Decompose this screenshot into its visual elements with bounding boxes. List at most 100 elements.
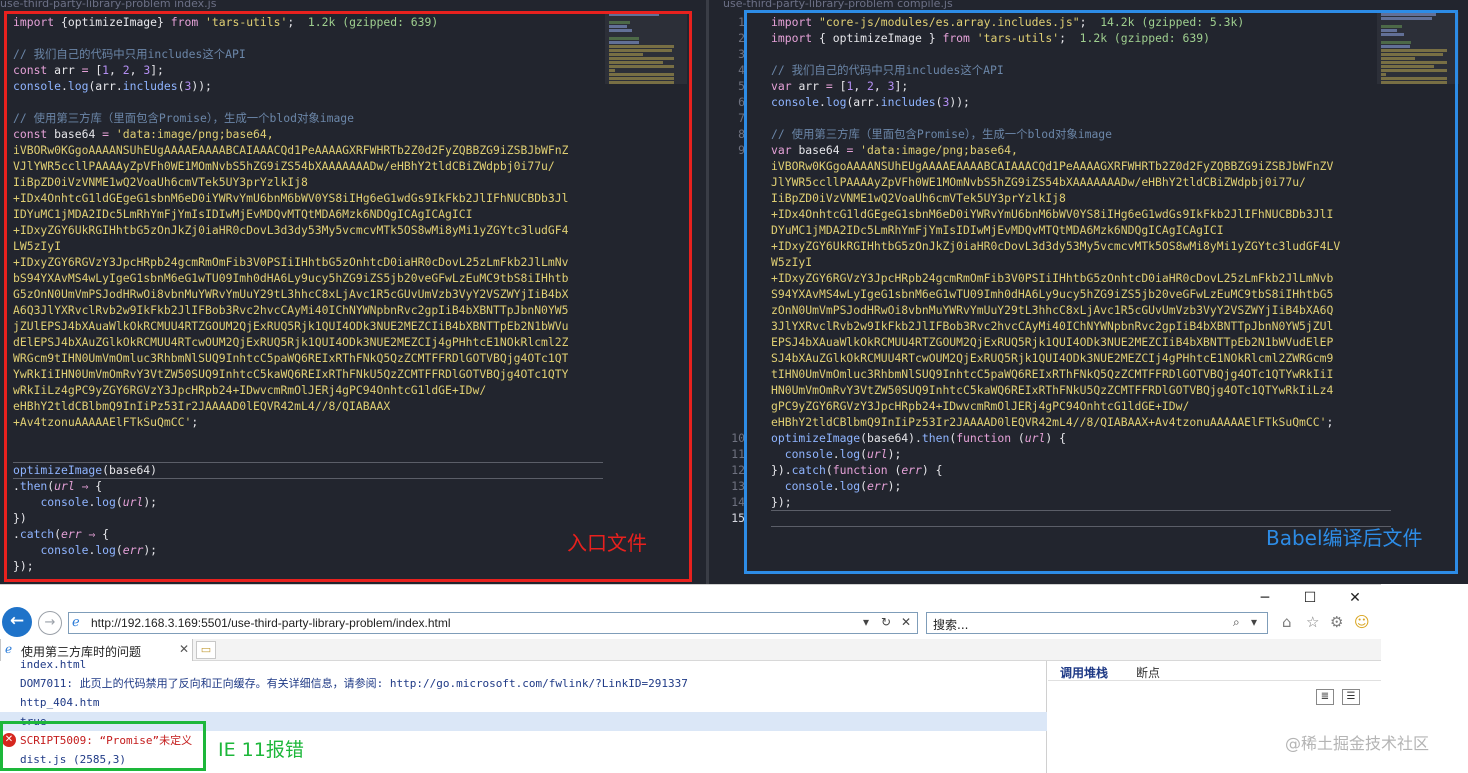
right-code-line[interactable]: JlYWR5ccllPAAAAyZpVFh0WE1MOmNvbS5hZG9iZS… (771, 174, 1340, 190)
right-tab-text[interactable]: use-third-party-library-problem compile.… (723, 0, 953, 10)
favorites-star-icon[interactable]: ☆ (1306, 613, 1319, 631)
smiley-feedback-icon[interactable]: ☺ (1354, 613, 1370, 631)
left-code-line[interactable]: dElEPSJ4bXAuZGlkOkRCMUU4RTcwOUM2QjExRUQ5… (13, 334, 568, 350)
console-row[interactable]: dist.js (2585,3) (0, 750, 1047, 769)
back-button[interactable]: ← (2, 607, 32, 637)
right-code-line[interactable]: }).catch(function (err) { (771, 462, 1340, 478)
right-code-line[interactable]: eHBhY2tldCBlbmQ9InIiPz53Ir2JAAAAD0lEQVR4… (771, 414, 1340, 430)
left-code-line[interactable]: VJlYWR5ccllPAAAAyZpVFh0WE1MOmNvbS5hZG9iZ… (13, 158, 568, 174)
right-code-line[interactable] (771, 46, 1340, 62)
right-code-line[interactable]: console.log(url); (771, 446, 1340, 462)
console-row[interactable]: DOM7011: 此页上的代码禁用了反向和正向缓存。有关详细信息，请参阅: ht… (0, 674, 1047, 693)
left-code-line[interactable]: +IDxyZGY6UkRGIHhtbG5zOnJkZj0iaHR0cDovL3d… (13, 222, 568, 238)
left-minimap[interactable] (605, 12, 687, 84)
address-dropdown-icon[interactable]: ▾ (863, 615, 869, 629)
right-code-line[interactable]: EPSJ4bXAuaWlkOkRCMUU4RTZGOUM2QjExRUQ5Rjk… (771, 334, 1340, 350)
tab-close-icon[interactable]: ✕ (179, 642, 189, 656)
console-error-row[interactable]: ✕ SCRIPT5009: “Promise”未定义 (0, 731, 1047, 750)
right-code-line[interactable]: console.log(arr.includes(3)); (771, 94, 1340, 110)
right-code-line[interactable]: +IDx4OnhtcG1ldGEgeG1sbnM6eD0iYWRvYmU6bnM… (771, 206, 1340, 222)
right-code-line[interactable]: import { optimizeImage } from 'tars-util… (771, 30, 1340, 46)
console-row[interactable]: index.html (0, 655, 1047, 674)
left-code-block[interactable]: import {optimizeImage} from 'tars-utils'… (13, 14, 568, 574)
right-code-line[interactable]: SJ4bXAuZGlkOkRCMUU4RTcwOUM2QjExRUQ5Rjk1Q… (771, 350, 1340, 366)
left-code-line[interactable]: jZUlEPSJ4bXAuaWlkOkRCMUU4RTZGOUM2QjExRUQ… (13, 318, 568, 334)
search-dropdown-icon[interactable]: ▾ (1251, 615, 1257, 629)
left-tab-text[interactable]: use-third-party-library-problem index.js (0, 0, 216, 10)
stop-icon[interactable]: ✕ (901, 615, 911, 629)
right-code-line[interactable]: HN0UmVmOmRvY3VtZW50SUQ9InhtcC5kaWQ6REIxR… (771, 382, 1340, 398)
right-code-block[interactable]: import "core-js/modules/es.array.include… (771, 14, 1340, 526)
left-code-line[interactable]: console.log(arr.includes(3)); (13, 78, 568, 94)
left-code-line[interactable] (13, 30, 568, 46)
right-code-line[interactable]: }); (771, 494, 1340, 510)
left-code-line[interactable]: eHBhY2tldCBlbmQ9InIiPz53Ir2JAAAAD0lEQVR4… (13, 398, 568, 414)
right-code-line[interactable]: iVBORw0KGgoAAAANSUhEUgAAAAEAAAABCAIAAACQ… (771, 158, 1340, 174)
left-code-line[interactable]: }) (13, 510, 568, 526)
left-code-line[interactable]: .then(url ⇒ { (13, 478, 568, 494)
right-code-line[interactable]: var arr = [1, 2, 3]; (771, 78, 1340, 94)
left-code-line[interactable]: LW5zIyI (13, 238, 568, 254)
right-code-line[interactable]: zOnN0UmVmPSJodHRwOi8vbnMuYWRvYmUuY29tL3h… (771, 302, 1340, 318)
minimize-button[interactable]: ─ (1250, 589, 1280, 607)
maximize-button[interactable]: ☐ (1295, 589, 1325, 607)
address-bar[interactable]: ℯ http://192.168.3.169:5501/use-third-pa… (68, 612, 918, 634)
left-code-line[interactable]: +IDxyZGY6RGVzY3JpcHRpb24gcmRmOmFib3V0PSI… (13, 254, 568, 270)
right-code-line[interactable]: var base64 = 'data:image/png;base64, (771, 142, 1340, 158)
search-icon[interactable]: ⌕ (1233, 615, 1240, 630)
devtools-console[interactable]: index.html DOM7011: 此页上的代码禁用了反向和正向缓存。有关详细… (0, 658, 1047, 773)
left-code-line[interactable]: // 我们自己的代码中只用includes这个API (13, 46, 568, 62)
left-code-line[interactable]: import {optimizeImage} from 'tars-utils'… (13, 14, 568, 30)
console-row[interactable]: true (0, 712, 1047, 731)
stack-view-icon[interactable]: ≣ (1316, 689, 1334, 705)
right-code-line[interactable]: tIHN0UmVmOmluc3RhbmNlSUQ9InhtcC5paWQ6REI… (771, 366, 1340, 382)
left-code-line[interactable]: const base64 = 'data:image/png;base64, (13, 126, 568, 142)
right-code-line[interactable]: console.log(err); (771, 478, 1340, 494)
right-code-line[interactable]: IiBpZD0iVzVNME1wQ2VoaUh6cmVTek5UY3prYzlk… (771, 190, 1340, 206)
right-code-line[interactable]: W5zIyI (771, 254, 1340, 270)
right-code-line[interactable]: gPC9yZGY6RGVzY3JpcHRpb24+IDwvcmRmOlJERj4… (771, 398, 1340, 414)
left-code-line[interactable]: IDYuMC1jMDA2IDc5LmRhYmFjYmIsIDIwMjEvMDQv… (13, 206, 568, 222)
right-code-line[interactable]: S94YXAvMS4wLyIgeG1sbnM6eG1wTU09Imh0dHA6L… (771, 286, 1340, 302)
left-code-line[interactable] (13, 430, 568, 446)
left-code-line[interactable]: WRGcm9tIHN0UmVmOmluc3RhbmNlSUQ9InhtcC5pa… (13, 350, 568, 366)
left-code-line[interactable] (13, 94, 568, 110)
left-code-line[interactable]: +IDx4OnhtcG1ldGEgeG1sbnM6eD0iYWRvYmU6bnM… (13, 190, 568, 206)
left-code-line[interactable]: IiBpZD0iVzVNME1wQ2VoaUh6cmVTek5UY3prYzlk… (13, 174, 568, 190)
right-code-line[interactable]: +IDxyZGY6RGVzY3JpcHRpb24gcmRmOmFib3V0PSI… (771, 270, 1340, 286)
left-code-line[interactable] (13, 446, 568, 462)
tab-breakpoints[interactable]: 断点 (1136, 664, 1160, 681)
tab-call-stack[interactable]: 调用堆栈 (1060, 664, 1108, 681)
home-icon[interactable]: ⌂ (1282, 613, 1292, 631)
close-window-button[interactable]: ✕ (1340, 589, 1370, 607)
right-code-line[interactable]: 3JlYXRvclRvb2w9IkFkb2JlIFBob3Rvc2hvcCAyM… (771, 318, 1340, 334)
left-code-line[interactable]: bS94YXAvMS4wLyIgeG1sbnM6eG1wTU09Imh0dHA6… (13, 270, 568, 286)
stack-options-icon[interactable]: ☰ (1342, 689, 1360, 705)
left-code-line[interactable]: A6Q3JlYXRvclRvb2w9IkFkb2JlIFBob3Rvc2hvcC… (13, 302, 568, 318)
left-code-line[interactable]: YwRkIiIHN0UmVmOmRvY3VtZW50SUQ9InhtcC5kaW… (13, 366, 568, 382)
left-code-line[interactable]: wRkIiLz4gPC9yZGY6RGVzY3JpcHRpb24+IDwvcmR… (13, 382, 568, 398)
right-code-line[interactable] (771, 510, 1340, 526)
search-box[interactable]: 搜索... ⌕ ▾ (926, 612, 1268, 634)
right-code-line[interactable]: import "core-js/modules/es.array.include… (771, 14, 1340, 30)
address-url[interactable]: http://192.168.3.169:5501/use-third-part… (91, 616, 451, 630)
left-code-line[interactable]: optimizeImage(base64) (13, 462, 568, 478)
right-code-line[interactable]: // 我们自己的代码中只用includes这个API (771, 62, 1340, 78)
left-code-line[interactable]: console.log(url); (13, 494, 568, 510)
left-code-line[interactable]: +Av4tzonuAAAAAElFTkSuQmCC'; (13, 414, 568, 430)
left-code-line[interactable]: }); (13, 558, 568, 574)
settings-gear-icon[interactable]: ⚙ (1330, 613, 1343, 631)
console-row[interactable]: http_404.htm (0, 693, 1047, 712)
forward-button[interactable]: → (38, 611, 62, 635)
left-code-line[interactable]: // 使用第三方库（里面包含Promise），生成一个blod对象image (13, 110, 568, 126)
right-code-line[interactable] (771, 110, 1340, 126)
right-minimap[interactable] (1377, 12, 1459, 84)
left-code-line[interactable]: iVBORw0KGgoAAAANSUhEUgAAAAEAAAABCAIAAACQ… (13, 142, 568, 158)
right-code-line[interactable]: DYuMC1jMDA2IDc5LmRhYmFjYmIsIDIwMjEvMDQvM… (771, 222, 1340, 238)
right-code-line[interactable]: +IDxyZGY6UkRGIHhtbG5zOnJkZj0iaHR0cDovL3d… (771, 238, 1340, 254)
left-code-line[interactable]: .catch(err ⇒ { (13, 526, 568, 542)
right-code-line[interactable]: // 使用第三方库（里面包含Promise），生成一个blod对象image (771, 126, 1340, 142)
left-code-line[interactable]: console.log(err); (13, 542, 568, 558)
left-code-line[interactable]: const arr = [1, 2, 3]; (13, 62, 568, 78)
left-code-line[interactable]: G5zOnN0UmVmPSJodHRwOi8vbnMuYWRvYmUuY29tL… (13, 286, 568, 302)
